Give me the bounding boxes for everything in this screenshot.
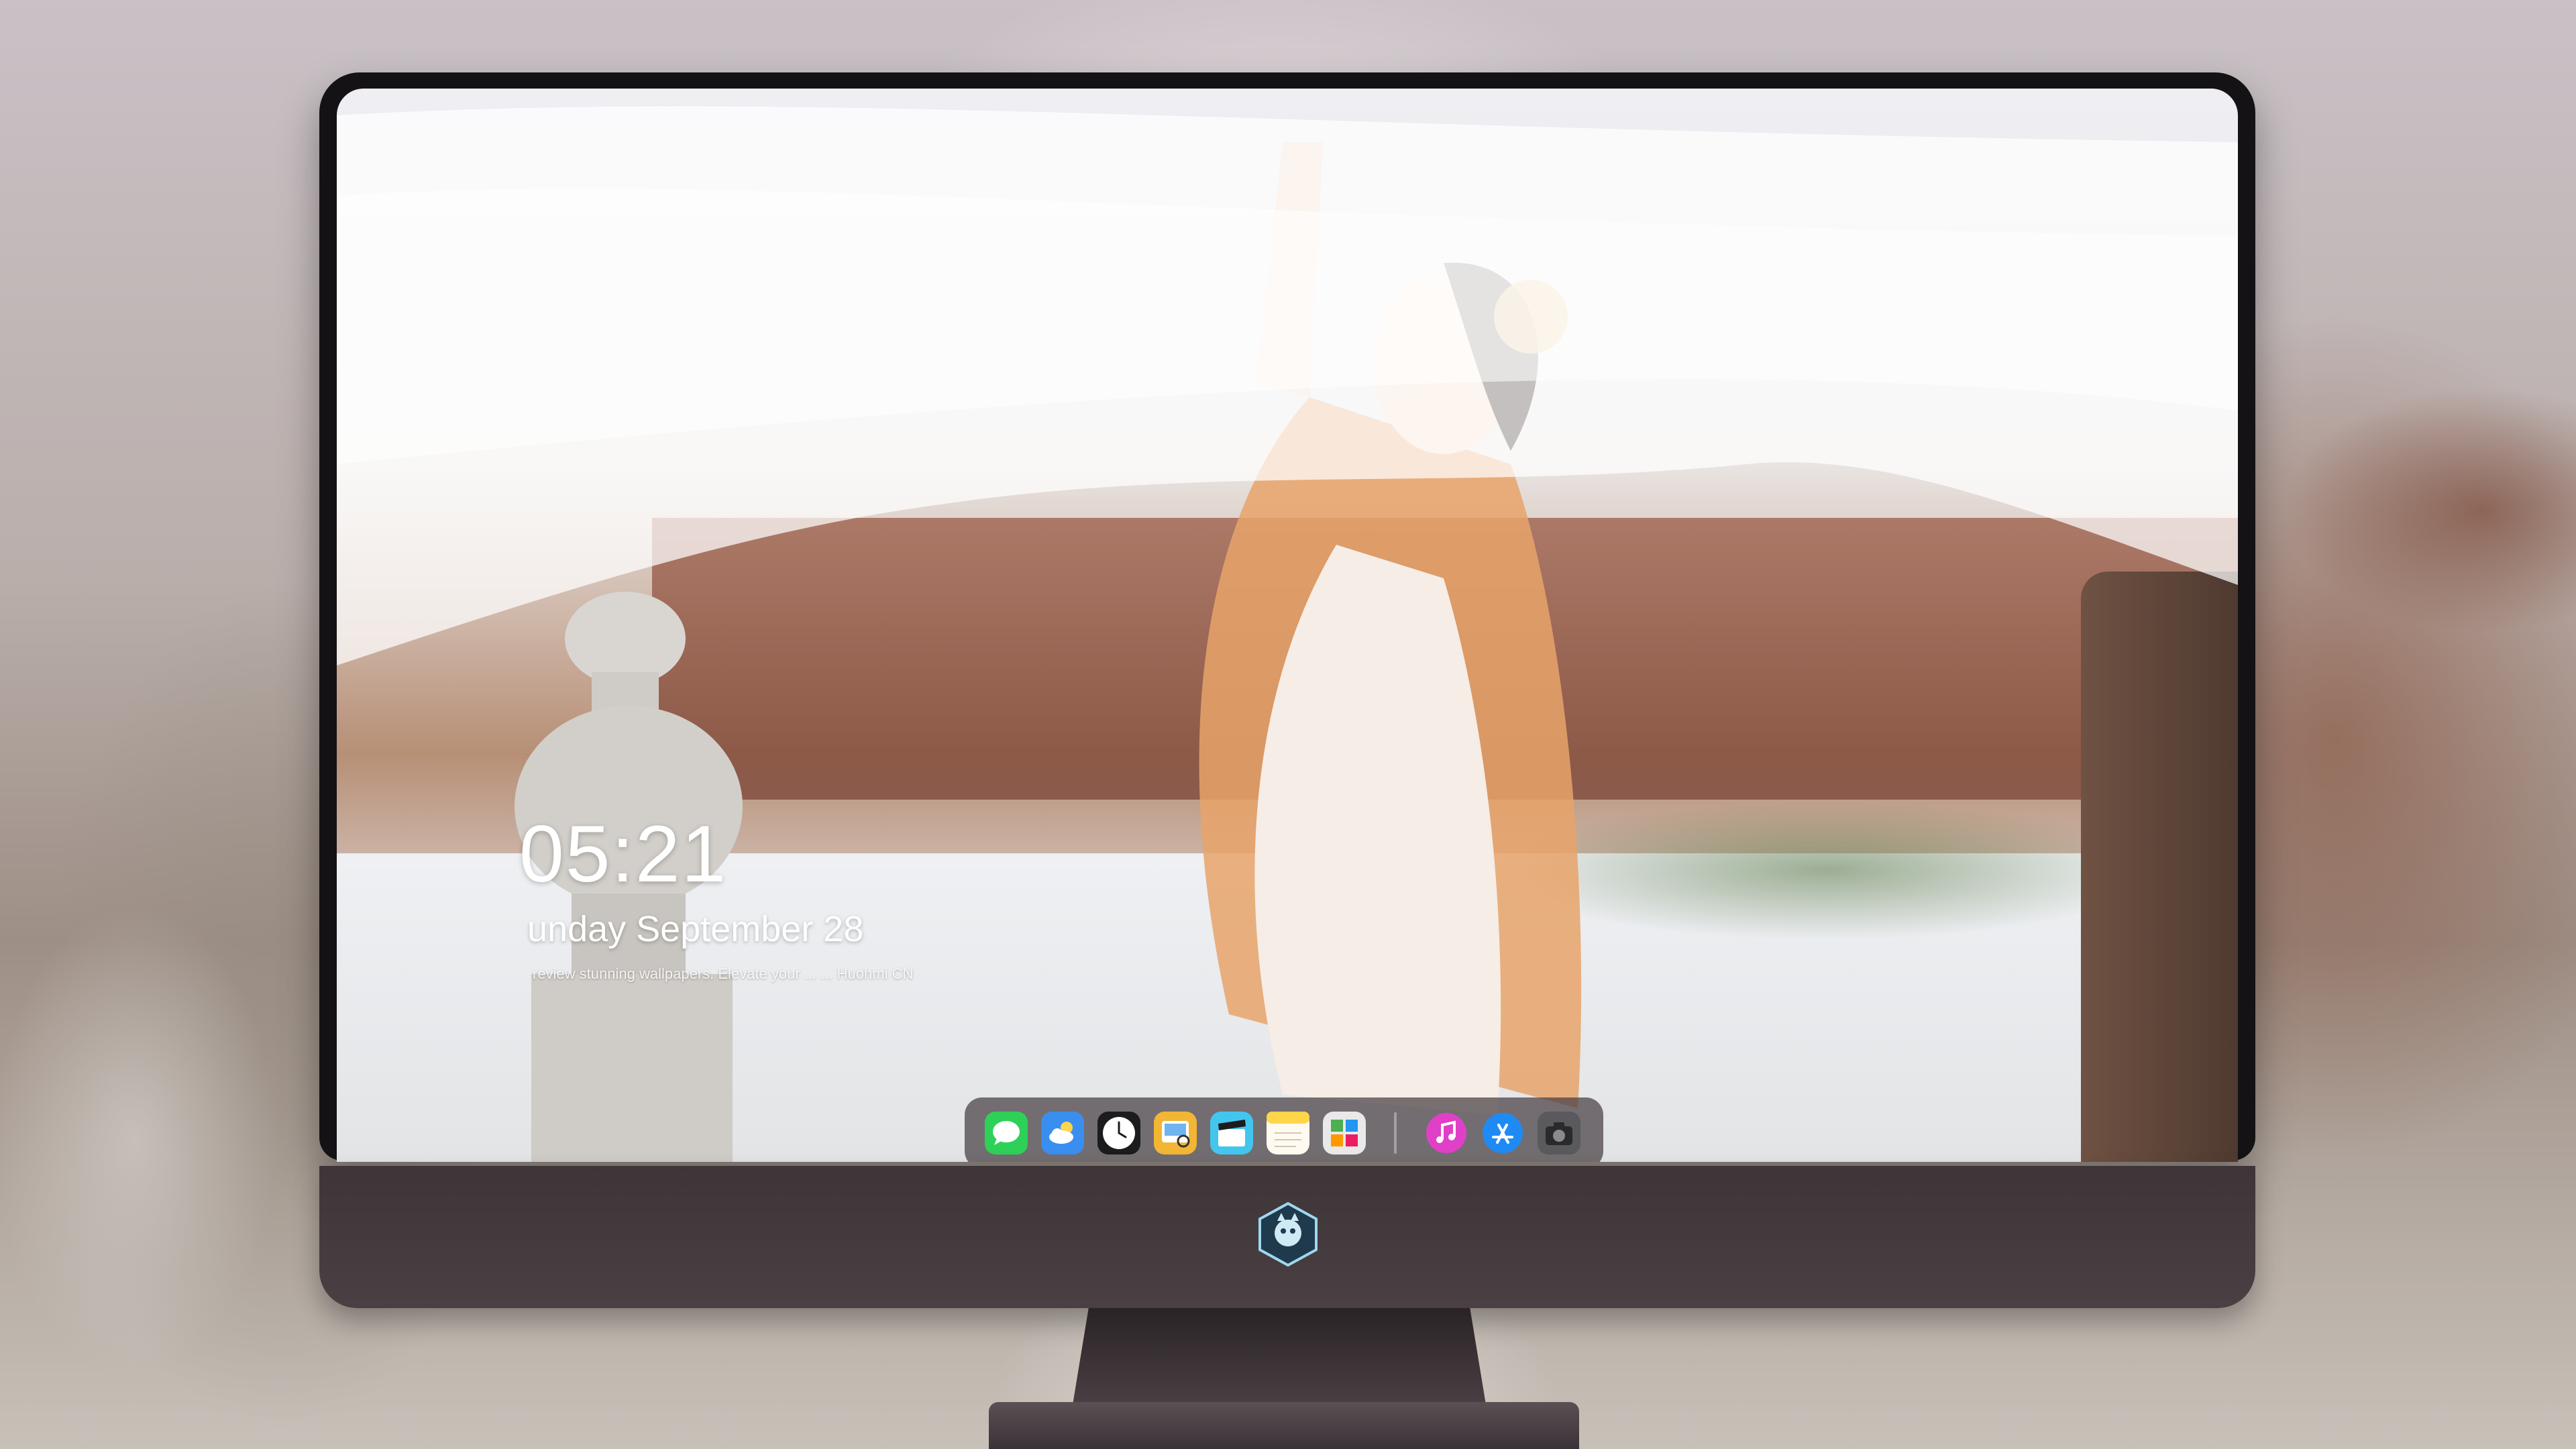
- dock-app-notes[interactable]: [1267, 1112, 1309, 1155]
- dock-app-app-store[interactable]: [1481, 1112, 1524, 1155]
- dock-app-clips[interactable]: [1210, 1112, 1253, 1155]
- brand-logo-icon: [1258, 1201, 1318, 1267]
- dock-app-weather[interactable]: [1041, 1112, 1084, 1155]
- dock-app-music[interactable]: [1425, 1112, 1468, 1155]
- photo-preview-icon: [1154, 1112, 1197, 1155]
- monitor-frame: 05:21 unday September 28 review stunning…: [319, 72, 2255, 1162]
- wallpaper-veil: [337, 106, 2238, 666]
- dock: [965, 1097, 1603, 1162]
- desktop-screen: 05:21 unday September 28 review stunning…: [337, 89, 2238, 1162]
- lock-screen-promo-text: review stunning wallpapers. Elevate your…: [533, 965, 914, 982]
- lock-screen-date: unday September 28: [527, 909, 864, 949]
- notes-icon: [1267, 1112, 1309, 1155]
- dock-app-photo-booth[interactable]: [1323, 1112, 1366, 1155]
- dock-app-clock[interactable]: [1097, 1112, 1140, 1155]
- clock-icon: [1097, 1112, 1140, 1155]
- cloud-icon: [1041, 1112, 1084, 1155]
- dock-separator: [1394, 1112, 1397, 1154]
- dock-app-messages[interactable]: [985, 1112, 1028, 1155]
- monitor-chin: [319, 1166, 2255, 1308]
- wallpaper: [337, 89, 2238, 1162]
- monitor-stand-neck: [1072, 1308, 1487, 1409]
- clapperboard-icon: [1210, 1112, 1253, 1155]
- music-note-icon: [1426, 1113, 1466, 1153]
- dock-app-camera[interactable]: [1538, 1112, 1580, 1155]
- message-bubble-icon: [985, 1112, 1028, 1155]
- camera-icon: [1538, 1112, 1580, 1155]
- monitor-stand-base: [989, 1402, 1579, 1449]
- dock-app-preview[interactable]: [1154, 1112, 1197, 1155]
- photo-grid-icon: [1323, 1112, 1366, 1155]
- lock-screen-clock: 05:21: [519, 809, 728, 899]
- app-store-icon: [1483, 1113, 1523, 1153]
